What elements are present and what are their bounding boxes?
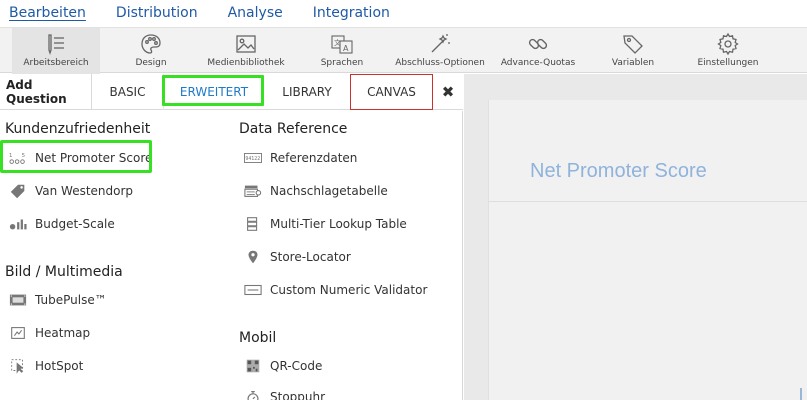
toolbar-label: Variablen <box>611 58 655 68</box>
item-store-locator[interactable]: Store-Locator <box>243 247 351 267</box>
close-panel-button[interactable]: ✖ <box>434 74 462 110</box>
item-label: Custom Numeric Validator <box>270 283 428 297</box>
toolbar-design[interactable]: Design <box>120 28 182 74</box>
tab-basic[interactable]: BASIC <box>92 74 164 110</box>
heading-data-reference: Data Reference <box>239 121 348 137</box>
item-nachschlagetabelle[interactable]: Nachschlagetabelle <box>243 181 388 201</box>
stopwatch-icon <box>243 389 263 400</box>
question-divider <box>489 201 807 202</box>
palette-icon <box>141 34 161 54</box>
menu-bearbeiten[interactable]: Bearbeiten <box>9 3 86 23</box>
toolbar-sprachen[interactable]: 文 A Sprachen <box>312 28 372 74</box>
question-card[interactable]: Net Promoter Score <box>488 100 807 400</box>
toolbar-label: Einstellungen <box>697 58 759 68</box>
workspace-icon <box>48 34 64 56</box>
budget-scale-icon <box>8 216 28 232</box>
translate-icon: 文 A <box>331 35 353 54</box>
item-multi-tier-lookup[interactable]: Multi-Tier Lookup Table <box>243 214 407 234</box>
toolbar-label: Sprachen <box>320 58 364 68</box>
scrollbar-thumb[interactable] <box>800 388 802 400</box>
toolbar-label: Arbeitsbereich <box>23 58 89 68</box>
item-van-westendorp[interactable]: Van Westendorp <box>8 181 133 201</box>
heading-kundenzufriedenheit: Kundenzufriedenheit <box>5 121 151 137</box>
menu-integration[interactable]: Integration <box>313 3 390 23</box>
map-pin-icon <box>243 249 263 265</box>
item-label: Store-Locator <box>270 250 351 264</box>
multi-tier-icon <box>243 216 263 232</box>
item-label: Heatmap <box>35 326 91 340</box>
question-tabbar: Add Question BASIC ERWEITERT LIBRARY CAN… <box>0 74 463 110</box>
add-question-label: Add Question <box>0 74 92 110</box>
magic-wand-icon <box>431 34 450 53</box>
item-hotspot[interactable]: HotSpot <box>8 356 83 376</box>
tab-library[interactable]: LIBRARY <box>264 74 350 110</box>
question-title: Net Promoter Score <box>530 160 707 182</box>
reference-data-icon: 94122 <box>243 150 263 166</box>
toolbar-label: Advance-Quotas <box>500 58 576 68</box>
lookup-table-icon <box>243 183 263 199</box>
heading-bild-multimedia: Bild / Multimedia <box>5 264 123 280</box>
svg-text:94122: 94122 <box>245 156 260 162</box>
item-budget-scale[interactable]: Budget-Scale <box>8 214 115 234</box>
item-label: Budget-Scale <box>35 217 115 231</box>
toolbar: Arbeitsbereich Design Medienbibliothek 文… <box>0 27 807 74</box>
svg-text:文: 文 <box>334 38 341 47</box>
item-label: Van Westendorp <box>35 184 134 198</box>
gear-icon <box>717 32 739 56</box>
image-icon <box>236 35 256 53</box>
toolbar-arbeitsbereich[interactable]: Arbeitsbereich <box>12 28 100 74</box>
toolbar-einstellungen[interactable]: Einstellungen <box>690 28 766 74</box>
heading-mobil: Mobil <box>239 330 277 346</box>
menu-analyse[interactable]: Analyse <box>228 3 283 23</box>
validator-icon <box>243 282 263 298</box>
tab-erweitert[interactable]: ERWEITERT <box>162 74 264 110</box>
item-qr-code[interactable]: QR-Code <box>243 356 322 376</box>
item-tubepulse[interactable]: TubePulse™ <box>8 290 107 310</box>
toolbar-variablen[interactable]: Variablen <box>604 28 662 74</box>
question-type-panel: Kundenzufriedenheit 1 5 Net Promoter Sco… <box>0 111 463 400</box>
heatmap-icon <box>8 325 28 341</box>
toolbar-label: Medienbibliothek <box>207 58 285 68</box>
toolbar-label: Abschluss-Optionen <box>395 58 485 68</box>
item-referenzdaten[interactable]: 94122 Referenzdaten <box>243 148 357 168</box>
item-label: HotSpot <box>35 359 84 373</box>
item-heatmap[interactable]: Heatmap <box>8 323 90 343</box>
item-stoppuhr[interactable]: Stoppuhr <box>243 387 325 400</box>
item-label: Stoppuhr <box>270 390 326 400</box>
price-tag-icon <box>8 183 28 199</box>
qr-code-icon <box>243 358 263 374</box>
item-label: Referenzdaten <box>270 151 358 165</box>
item-label: Multi-Tier Lookup Table <box>270 217 407 231</box>
item-label: QR-Code <box>270 359 323 373</box>
top-menu: Bearbeiten Distribution Analyse Integrat… <box>0 0 807 26</box>
toolbar-medienbibliothek[interactable]: Medienbibliothek <box>202 28 290 74</box>
film-icon <box>8 292 28 308</box>
item-label: TubePulse™ <box>35 293 107 307</box>
svg-text:A: A <box>343 44 349 53</box>
item-label: Nachschlagetabelle <box>270 184 388 198</box>
cursor-icon <box>8 358 28 374</box>
net-promoter-score-highlight <box>0 140 152 173</box>
toolbar-abschluss-optionen[interactable]: Abschluss-Optionen <box>392 28 488 74</box>
item-custom-numeric-validator[interactable]: Custom Numeric Validator <box>243 280 427 300</box>
tab-canvas[interactable]: CANVAS <box>350 74 433 110</box>
link-icon <box>528 38 548 50</box>
toolbar-advance-quotas[interactable]: Advance-Quotas <box>497 28 579 74</box>
menu-distribution[interactable]: Distribution <box>116 3 198 23</box>
tab-highlight <box>162 75 264 106</box>
toolbar-label: Design <box>135 58 167 68</box>
tag-icon <box>623 35 643 54</box>
